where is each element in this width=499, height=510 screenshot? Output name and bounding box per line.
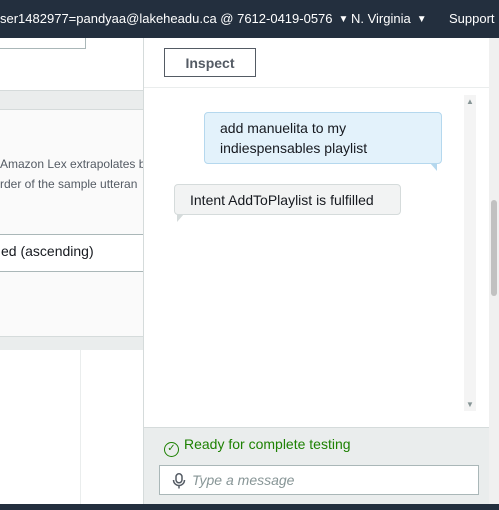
account-label: ser1482977=pandyaa@lakeheadu.ca @ 7612-0…: [0, 11, 333, 26]
caret-down-icon: ▼: [416, 14, 427, 25]
test-bot-panel: Inspect add manuelita to my indiespensab…: [143, 38, 490, 504]
check-circle-icon: ✓: [164, 442, 179, 457]
message-input[interactable]: [192, 471, 472, 489]
section-divider: [0, 336, 143, 350]
user-message-text: add manuelita to my indiespensables play…: [220, 120, 368, 156]
status-text: Ready for complete testing: [184, 436, 351, 452]
region-label: N. Virginia: [351, 11, 411, 26]
bubble-tail: [430, 163, 437, 171]
status-message: ✓ Ready for complete testing: [164, 436, 351, 457]
message-input-box[interactable]: [159, 465, 479, 495]
account-menu[interactable]: ser1482977=pandyaa@lakeheadu.ca @ 7612-0…: [0, 11, 348, 26]
sort-select[interactable]: ed (ascending): [0, 234, 143, 272]
bubble-tail: [177, 214, 184, 222]
chat-scrollbar[interactable]: ▲ ▼: [464, 95, 476, 411]
support-menu[interactable]: Support: [449, 11, 495, 26]
bottom-bar: [0, 504, 499, 510]
chat-history: add manuelita to my indiespensables play…: [144, 88, 490, 428]
description-line: Amazon Lex extrapolates b: [0, 157, 143, 171]
column-divider: [80, 350, 81, 510]
microphone-icon[interactable]: [172, 473, 186, 489]
content-area: [0, 350, 143, 510]
console-background: Amazon Lex extrapolates b rder of the sa…: [0, 38, 143, 510]
utterances-description: Amazon Lex extrapolates b rder of the sa…: [0, 154, 143, 194]
section-divider: [0, 90, 143, 110]
user-message: add manuelita to my indiespensables play…: [204, 112, 442, 171]
top-nav-bar: ser1482977=pandyaa@lakeheadu.ca @ 7612-0…: [0, 0, 499, 38]
region-menu[interactable]: N. Virginia ▼: [351, 11, 427, 26]
scrollbar-thumb[interactable]: [491, 200, 497, 296]
caret-down-icon: ▼: [338, 14, 349, 25]
page-scrollbar[interactable]: [489, 38, 499, 504]
inspect-button[interactable]: Inspect: [164, 48, 256, 77]
bot-message-text: Intent AddToPlaylist is fulfilled: [190, 192, 374, 208]
scroll-down-arrow-icon[interactable]: ▼: [466, 400, 474, 409]
description-line: rder of the sample utteran: [0, 177, 138, 191]
utterances-panel: [0, 110, 143, 338]
scroll-up-arrow-icon[interactable]: ▲: [466, 97, 474, 106]
bot-message: Intent AddToPlaylist is fulfilled: [174, 184, 401, 222]
chat-footer: ✓ Ready for complete testing: [144, 427, 490, 504]
text-field[interactable]: [0, 38, 86, 49]
